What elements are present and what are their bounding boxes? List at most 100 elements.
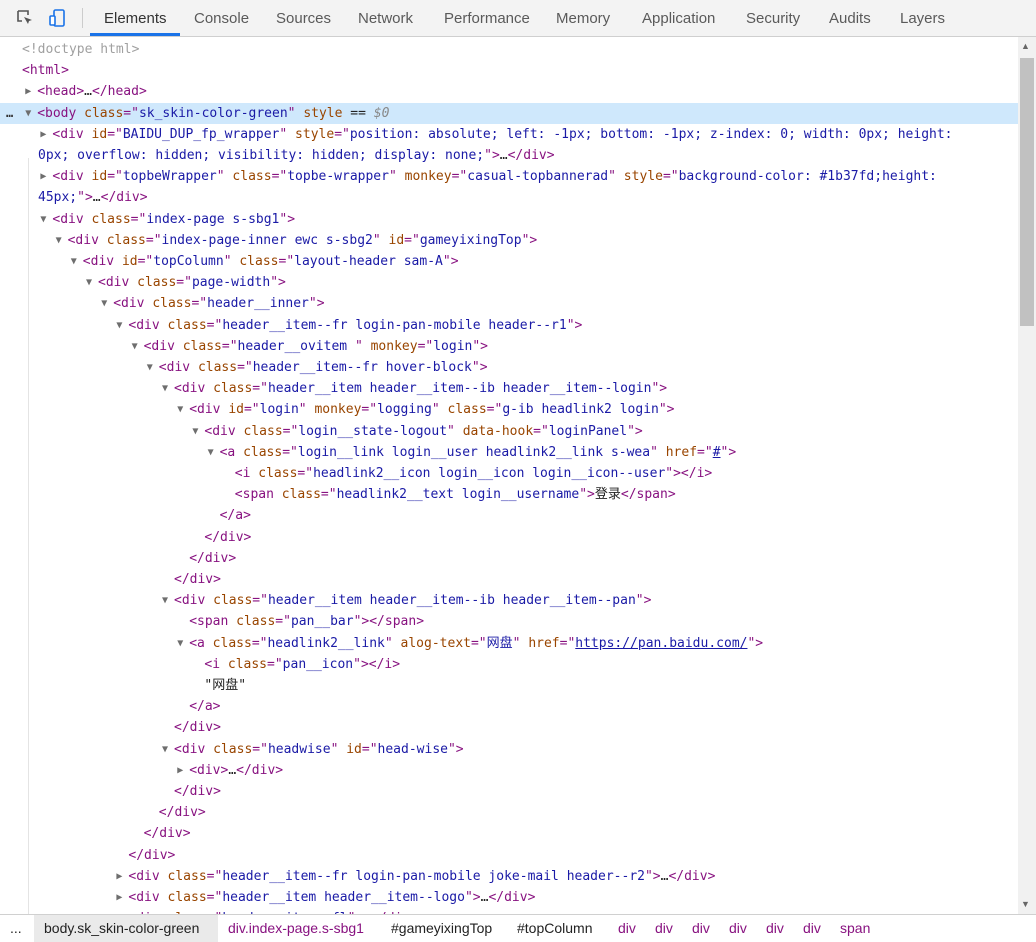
dom-node-row[interactable]: <span class="pan__bar"></span> bbox=[0, 611, 1018, 632]
markup-token: "> bbox=[464, 890, 481, 905]
tab-memory[interactable]: Memory bbox=[556, 0, 610, 36]
dom-node-row[interactable]: </div> bbox=[0, 569, 1018, 590]
dom-node-row[interactable]: ▼ <div class="header__item--fr hover-bloc… bbox=[0, 357, 1018, 378]
markup-token[interactable]: https://pan.baidu.com/ bbox=[575, 636, 747, 651]
breadcrumb-item[interactable]: div.index-page.s-sbg1 bbox=[228, 920, 364, 936]
collapse-triangle-icon[interactable]: ▼ bbox=[192, 421, 198, 442]
dom-node-row[interactable]: <i class="headlink2__icon login__icon lo… bbox=[0, 463, 1018, 484]
dom-node-row[interactable]: 45px;">…</div> bbox=[0, 187, 1018, 208]
breadcrumb-item[interactable]: div bbox=[618, 920, 636, 936]
dom-node-row[interactable]: ▼ <div class="header__item header__item--… bbox=[0, 378, 1018, 399]
collapse-triangle-icon[interactable]: ▼ bbox=[101, 293, 107, 314]
collapse-triangle-icon[interactable]: ▼ bbox=[177, 399, 183, 420]
markup-token: =" bbox=[320, 487, 337, 503]
dom-node-row[interactable]: </div> bbox=[0, 717, 1018, 738]
dom-node-row[interactable]: <!doctype html> bbox=[0, 39, 1018, 60]
collapse-triangle-icon[interactable]: ▼ bbox=[56, 230, 62, 251]
tab-application[interactable]: Application bbox=[642, 0, 715, 36]
node-actions-icon[interactable]: … bbox=[6, 103, 13, 124]
collapse-triangle-icon[interactable]: ▼ bbox=[177, 633, 183, 654]
dom-node-row[interactable]: ▼ <div id="login" monkey="logging" class=… bbox=[0, 399, 1018, 420]
expand-triangle-icon[interactable]: ▶ bbox=[40, 166, 46, 187]
collapse-triangle-icon[interactable]: ▼ bbox=[116, 315, 122, 336]
dom-node-row[interactable]: 0px; overflow: hidden; visibility: hidde… bbox=[0, 145, 1018, 166]
dom-node-row[interactable]: <i class="pan__icon"></i> bbox=[0, 654, 1018, 675]
dom-node-row[interactable]: ▼ <div class="index-page-inner ewc s-sbg2… bbox=[0, 230, 1018, 251]
breadcrumb-item[interactable]: div bbox=[729, 920, 747, 936]
collapse-triangle-icon[interactable]: ▼ bbox=[147, 357, 153, 378]
dom-node-row-selected[interactable]: … ▼ <body class="sk_skin-color-green" styl… bbox=[0, 102, 1018, 124]
dom-node-row[interactable]: ▼ <div class="login__state-logout" data-h… bbox=[0, 421, 1018, 442]
dom-node-row[interactable]: </div> bbox=[0, 781, 1018, 802]
markup-token: =" bbox=[206, 868, 223, 884]
dom-node-row[interactable]: </a> bbox=[0, 505, 1018, 526]
collapse-triangle-icon[interactable]: ▼ bbox=[40, 209, 46, 230]
markup-token: topColumn bbox=[153, 254, 224, 269]
inspect-element-icon[interactable] bbox=[15, 8, 35, 28]
tab-audits[interactable]: Audits bbox=[829, 0, 871, 36]
dom-node-row[interactable]: </div> bbox=[0, 845, 1018, 866]
dom-node-row[interactable]: "网盘" bbox=[0, 675, 1018, 696]
dom-node-row[interactable]: <html> bbox=[0, 60, 1018, 81]
expand-triangle-icon[interactable]: ▶ bbox=[25, 81, 31, 102]
dom-node-row[interactable]: ▶ <head>…</head> bbox=[0, 81, 1018, 102]
dom-node-row[interactable]: ▼ <div class="header__item--fr login-pan-… bbox=[0, 315, 1018, 336]
tab-layers[interactable]: Layers bbox=[900, 0, 945, 36]
node-markup: <i class="pan__icon"></i> bbox=[204, 654, 400, 675]
collapse-triangle-icon[interactable]: ▼ bbox=[25, 103, 31, 124]
dom-node-row[interactable]: ▼ <div class="header__inner"> bbox=[0, 293, 1018, 314]
dom-node-row[interactable]: </div> bbox=[0, 823, 1018, 844]
tab-sources[interactable]: Sources bbox=[276, 0, 331, 36]
scroll-down-arrow-icon[interactable]: ▼ bbox=[1021, 899, 1030, 909]
breadcrumb-item[interactable]: body.sk_skin-color-green bbox=[44, 920, 199, 936]
dom-node-row[interactable]: ▶ <div id="topbeWrapper" class="topbe-wra… bbox=[0, 166, 1018, 187]
breadcrumb-item[interactable]: #gameyixingTop bbox=[391, 920, 492, 936]
dom-node-row[interactable]: ▼ <a class="headlink2__link" alog-text="网… bbox=[0, 633, 1018, 654]
markup-token: =" bbox=[107, 169, 123, 185]
expand-triangle-icon[interactable]: ▶ bbox=[177, 760, 183, 781]
scroll-up-arrow-icon[interactable]: ▲ bbox=[1021, 41, 1030, 51]
tab-network[interactable]: Network bbox=[358, 0, 413, 36]
tab-performance[interactable]: Performance bbox=[444, 0, 530, 36]
scrollbar-thumb[interactable] bbox=[1020, 58, 1034, 326]
expand-triangle-icon[interactable]: ▶ bbox=[116, 887, 122, 908]
dom-node-row[interactable]: ▶ <div>…</div> bbox=[0, 760, 1018, 781]
breadcrumb-item[interactable]: span bbox=[840, 920, 870, 936]
breadcrumb-item[interactable]: div bbox=[766, 920, 784, 936]
dom-node-row[interactable]: ▼ <div class="page-width"> bbox=[0, 272, 1018, 293]
collapse-triangle-icon[interactable]: ▼ bbox=[132, 336, 138, 357]
expand-triangle-icon[interactable]: ▶ bbox=[40, 124, 46, 145]
collapse-triangle-icon[interactable]: ▼ bbox=[208, 442, 214, 463]
dom-node-row[interactable]: </div> bbox=[0, 527, 1018, 548]
breadcrumb-item[interactable]: ... bbox=[10, 920, 22, 936]
markup-token: class bbox=[84, 105, 124, 121]
collapse-triangle-icon[interactable]: ▼ bbox=[71, 251, 77, 272]
expand-triangle-icon[interactable]: ▶ bbox=[116, 866, 122, 887]
dom-node-row[interactable]: </div> bbox=[0, 802, 1018, 823]
device-toolbar-icon[interactable] bbox=[48, 8, 68, 28]
dom-node-row[interactable]: ▶ <div id="BAIDU_DUP_fp_wrapper" style="p… bbox=[0, 124, 1018, 145]
markup-token[interactable]: # bbox=[713, 445, 721, 460]
dom-node-row[interactable]: ▼ <div class="index-page s-sbg1"> bbox=[0, 209, 1018, 230]
collapse-triangle-icon[interactable]: ▼ bbox=[86, 272, 92, 293]
collapse-triangle-icon[interactable]: ▼ bbox=[162, 378, 168, 399]
tab-elements[interactable]: Elements bbox=[104, 0, 167, 36]
dom-node-row[interactable]: ▼ <div class="headwise" id="head-wise"> bbox=[0, 739, 1018, 760]
dom-node-row[interactable]: ▶ <div class="header__item--fr login-pan-… bbox=[0, 866, 1018, 887]
dom-node-row[interactable]: ▼ <div class="header__ovitem " monkey="lo… bbox=[0, 336, 1018, 357]
breadcrumb-item[interactable]: div bbox=[803, 920, 821, 936]
collapse-triangle-icon[interactable]: ▼ bbox=[162, 590, 168, 611]
dom-node-row[interactable]: <span class="headlink2__text login__user… bbox=[0, 484, 1018, 505]
dom-node-row[interactable]: </div> bbox=[0, 548, 1018, 569]
dom-node-row[interactable]: ▼ <a class="login__link login__user headl… bbox=[0, 442, 1018, 463]
breadcrumb-item[interactable]: #topColumn bbox=[517, 920, 593, 936]
breadcrumb-item[interactable]: div bbox=[692, 920, 710, 936]
dom-node-row[interactable]: </a> bbox=[0, 696, 1018, 717]
dom-node-row[interactable]: ▼ <div class="header__item header__item--… bbox=[0, 590, 1018, 611]
breadcrumb-item[interactable]: div bbox=[655, 920, 673, 936]
dom-node-row[interactable]: ▼ <div id="topColumn" class="layout-heade… bbox=[0, 251, 1018, 272]
tab-security[interactable]: Security bbox=[746, 0, 800, 36]
dom-node-row[interactable]: ▶ <div class="header__item header__item--… bbox=[0, 887, 1018, 908]
tab-console[interactable]: Console bbox=[194, 0, 249, 36]
collapse-triangle-icon[interactable]: ▼ bbox=[162, 739, 168, 760]
